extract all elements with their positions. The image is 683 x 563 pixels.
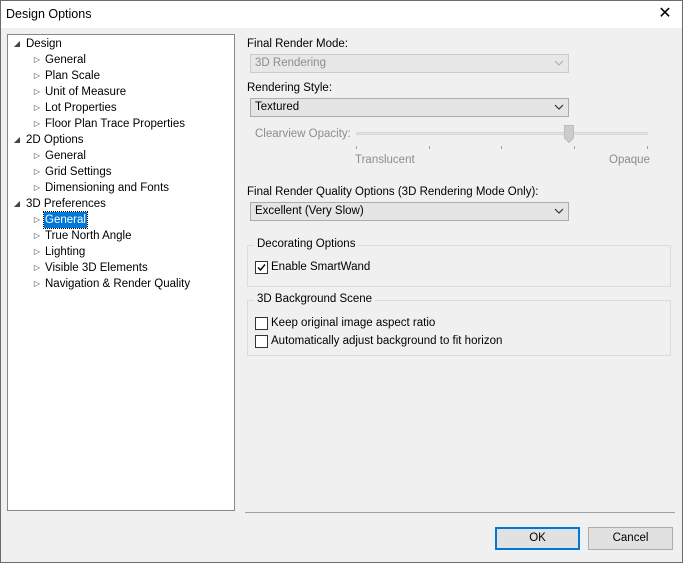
title-bar: Design Options ✕ (1, 1, 682, 28)
clearview-opacity-track (356, 132, 648, 135)
collapsed-arrow-icon[interactable]: ▷ (32, 276, 42, 292)
collapsed-arrow-icon[interactable]: ▷ (32, 212, 42, 228)
render-quality-label: Final Render Quality Options (3D Renderi… (247, 186, 539, 198)
keep-aspect-ratio-label: Keep original image aspect ratio (271, 317, 436, 329)
slider-tick (647, 146, 648, 149)
ok-button[interactable]: OK (495, 527, 580, 550)
chevron-down-icon (554, 60, 564, 66)
window-title: Design Options (6, 7, 92, 21)
decorating-options-title: Decorating Options (254, 238, 359, 250)
tree-item-label: Unit of Measure (45, 86, 127, 98)
expanded-arrow-icon[interactable]: ◢ (12, 196, 22, 212)
chevron-down-icon (554, 208, 564, 214)
slider-max-label: Opaque (609, 154, 650, 166)
collapsed-arrow-icon[interactable]: ▷ (32, 148, 42, 164)
collapsed-arrow-icon[interactable]: ▷ (32, 228, 42, 244)
tree-item-label: True North Angle (45, 230, 132, 242)
background-scene-title: 3D Background Scene (254, 293, 376, 305)
tree-item-label: 3D Preferences (26, 198, 106, 210)
close-button[interactable]: ✕ (648, 1, 682, 28)
slider-tick (356, 146, 357, 149)
tree-item-label: 2D Options (26, 134, 84, 146)
render-quality-dropdown[interactable]: Excellent (Very Slow) (250, 202, 569, 221)
collapsed-arrow-icon[interactable]: ▷ (32, 164, 42, 180)
checkmark-icon (257, 264, 266, 272)
enable-smartwand-checkbox[interactable] (255, 261, 268, 274)
collapsed-arrow-icon[interactable]: ▷ (32, 68, 42, 84)
clearview-opacity-label: Clearview Opacity: (255, 128, 351, 140)
tree-item-label: Plan Scale (45, 70, 100, 82)
collapsed-arrow-icon[interactable]: ▷ (32, 116, 42, 132)
enable-smartwand-label: Enable SmartWand (271, 261, 371, 273)
tree-item-label: Floor Plan Trace Properties (45, 118, 185, 130)
tree-item-label: Dimensioning and Fonts (45, 182, 170, 194)
keep-aspect-ratio-checkbox[interactable] (255, 317, 268, 330)
render-quality-value: Excellent (Very Slow) (255, 205, 364, 217)
rendering-style-value: Textured (255, 101, 300, 113)
expanded-arrow-icon[interactable]: ◢ (12, 36, 22, 52)
tree-item-label: General (45, 150, 86, 162)
tree-item-label: General (43, 211, 88, 229)
final-render-mode-dropdown[interactable]: 3D Rendering (250, 54, 569, 73)
final-render-mode-value: 3D Rendering (255, 57, 326, 69)
collapsed-arrow-icon[interactable]: ▷ (32, 52, 42, 68)
slider-tick (574, 146, 575, 149)
button-separator (245, 512, 675, 513)
auto-adjust-background-label: Automatically adjust background to fit h… (271, 335, 503, 347)
collapsed-arrow-icon[interactable]: ▷ (32, 180, 42, 196)
slider-tick (501, 146, 502, 149)
options-tree[interactable]: ◢ Design ▷ General ▷ Plan Scale ▷ Unit of Measu… (7, 34, 235, 511)
auto-adjust-background-checkbox[interactable] (255, 335, 268, 348)
slider-min-label: Translucent (355, 154, 415, 166)
tree-item-label: Navigation & Render Quality (45, 278, 191, 290)
expanded-arrow-icon[interactable]: ◢ (12, 132, 22, 148)
final-render-mode-label: Final Render Mode: (247, 38, 348, 50)
tree-item-label: Visible 3D Elements (45, 262, 148, 274)
tree-item-label: Lot Properties (45, 102, 117, 114)
tree-item-label: General (45, 54, 86, 66)
collapsed-arrow-icon[interactable]: ▷ (32, 260, 42, 276)
collapsed-arrow-icon[interactable]: ▷ (32, 84, 42, 100)
chevron-down-icon (554, 104, 564, 110)
rendering-style-dropdown[interactable]: Textured (250, 98, 569, 117)
collapsed-arrow-icon[interactable]: ▷ (32, 244, 42, 260)
tree-item-label: Design (26, 38, 62, 50)
clearview-opacity-slider-thumb[interactable] (564, 125, 575, 143)
tree-item-label: Lighting (45, 246, 86, 258)
cancel-button[interactable]: Cancel (588, 527, 673, 550)
slider-tick (429, 146, 430, 149)
collapsed-arrow-icon[interactable]: ▷ (32, 100, 42, 116)
rendering-style-label: Rendering Style: (247, 82, 333, 94)
tree-item-label: Grid Settings (45, 166, 112, 178)
design-options-dialog: Design Options ✕ ◢ Design ▷ General ▷ Plan Sc… (0, 0, 683, 563)
